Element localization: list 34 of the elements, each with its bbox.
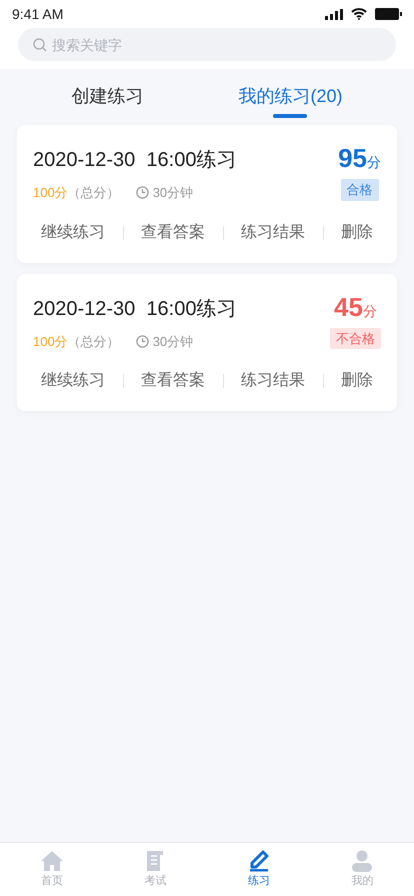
- tab[interactable]: 我的练习(20): [238, 74, 342, 120]
- result-tag: 合格: [340, 179, 379, 200]
- action-link[interactable]: 练习结果: [241, 210, 305, 254]
- duration: 30分钟: [152, 184, 194, 202]
- user-icon: [351, 850, 374, 872]
- total-label: （总分）: [68, 184, 120, 202]
- signal-icon: [325, 8, 343, 20]
- total-label: （总分）: [68, 332, 120, 350]
- action-link[interactable]: 删除: [341, 359, 373, 403]
- action-link[interactable]: 练习结果: [241, 359, 305, 403]
- action-link[interactable]: 查看答案: [141, 359, 205, 403]
- pen-icon: [248, 850, 270, 872]
- battery-icon: [375, 8, 402, 20]
- record-title: 2020-12-30 16:00练习: [33, 148, 236, 173]
- action-link[interactable]: 继续练习: [41, 359, 105, 403]
- clock-icon: [136, 334, 149, 348]
- action-link[interactable]: 查看答案: [141, 210, 205, 254]
- result-tag: 不合格: [330, 328, 381, 349]
- clock-icon: [136, 186, 149, 200]
- status-time: 9:41 AM: [12, 4, 64, 24]
- total-score: 100分: [33, 184, 68, 202]
- record-title: 2020-12-30 16:00练习: [33, 296, 236, 322]
- total-score: 100分: [33, 332, 68, 350]
- duration: 30分钟: [152, 332, 194, 350]
- action-link[interactable]: 继续练习: [41, 210, 105, 254]
- search-field[interactable]: 搜索关键字: [18, 28, 396, 61]
- tab[interactable]: 创建练习: [71, 74, 144, 120]
- search-icon: [33, 38, 47, 52]
- action-link[interactable]: 删除: [341, 210, 373, 254]
- wifi-icon: [351, 8, 367, 20]
- score: 95分: [338, 145, 381, 171]
- nav-tab[interactable]: 练习: [228, 846, 289, 894]
- score: 45分: [334, 294, 377, 320]
- home-icon: [40, 850, 64, 872]
